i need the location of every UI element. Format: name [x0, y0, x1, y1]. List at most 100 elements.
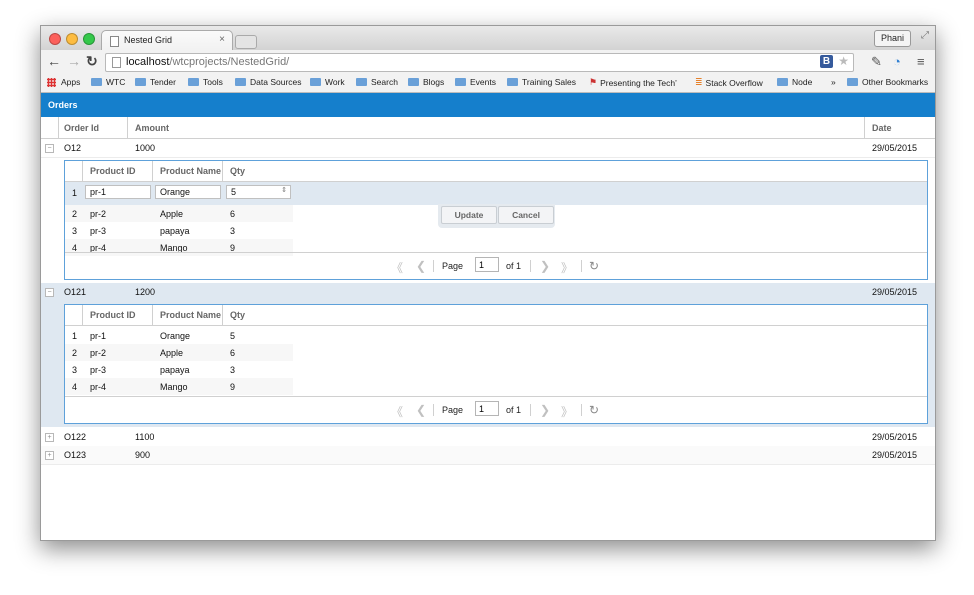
menu-icon[interactable]: ≡ — [917, 54, 925, 69]
column-separator — [152, 161, 153, 181]
stack-overflow-icon: ≣ — [695, 77, 703, 87]
bookmark-node[interactable]: Node — [777, 77, 812, 87]
tab-close-button[interactable]: × — [219, 34, 225, 45]
bookmark-label: Presenting the Tech’ — [600, 77, 677, 88]
column-separator — [127, 117, 128, 138]
eyedropper-icon[interactable]: ✎ — [871, 54, 882, 70]
extension-wave-icon[interactable]: ◔ — [893, 54, 901, 69]
qty-editor[interactable]: 5 ⇕ — [226, 185, 291, 199]
bookmark-tender[interactable]: Tender — [135, 77, 176, 87]
fullscreen-icon[interactable]: ⤢ — [921, 30, 929, 41]
bookmark-search[interactable]: Search — [356, 77, 398, 87]
refresh-icon[interactable]: ↻ — [589, 403, 599, 417]
folder-icon — [507, 78, 518, 86]
order-id: O12 — [64, 143, 82, 153]
cancel-button[interactable]: Cancel — [498, 206, 554, 224]
pager-separator — [433, 260, 434, 272]
update-button[interactable]: Update — [441, 206, 497, 224]
collapse-icon[interactable]: − — [45, 144, 54, 153]
bookmark-other[interactable]: Other Bookmarks — [847, 77, 928, 87]
product-id-editor[interactable]: pr-1 — [85, 185, 151, 199]
address-bar[interactable]: localhost/wtcprojects/NestedGrid/ B ★ — [105, 53, 854, 72]
close-window-button[interactable] — [49, 33, 61, 45]
browser-window: Nested Grid × Phani ⤢ ← → ↻ localhost/wt… — [40, 25, 936, 541]
product-name: Orange — [160, 331, 191, 341]
bookmark-presenting-the-tech[interactable]: ⚑ Presenting the Tech’ — [589, 77, 677, 88]
column-header-product-id[interactable]: Product ID — [90, 310, 136, 320]
apps-icon — [47, 77, 56, 87]
first-page-icon[interactable]: 《 — [391, 403, 403, 420]
bookmark-label: Events — [470, 77, 496, 87]
bookmark-training-sales[interactable]: Training Sales — [507, 77, 576, 87]
first-page-icon[interactable]: 《 — [391, 259, 403, 276]
bookmark-apps[interactable]: Apps — [47, 77, 80, 87]
column-header-qty[interactable]: Qty — [230, 310, 245, 320]
bookmark-wtc[interactable]: WTC — [91, 77, 125, 87]
nested-row[interactable]: 3 pr-3 papaya 3 — [65, 222, 293, 239]
column-header-amount[interactable]: Amount — [135, 123, 169, 133]
spinner-icon[interactable]: ⇕ — [281, 185, 287, 197]
bookmark-stack-overflow[interactable]: ≣ Stack Overflow — [695, 77, 763, 88]
window-controls — [49, 33, 95, 45]
extension-b-icon[interactable]: B — [820, 55, 833, 68]
row-number: 4 — [72, 382, 78, 392]
page-number-input[interactable]: 1 — [475, 257, 499, 272]
column-header-product-name[interactable]: Product Name — [160, 166, 221, 176]
order-row[interactable]: + O122 1100 29/05/2015 — [41, 428, 935, 447]
bookmark-label: WTC — [106, 77, 126, 87]
bookmark-tools[interactable]: Tools — [188, 77, 223, 87]
previous-page-icon[interactable]: ❮ — [416, 403, 426, 417]
reload-icon[interactable]: ↻ — [86, 53, 98, 70]
collapse-icon[interactable]: − — [45, 288, 54, 297]
zoom-window-button[interactable] — [83, 33, 95, 45]
bookmark-blogs[interactable]: Blogs — [408, 77, 444, 87]
product-id: pr-3 — [90, 365, 107, 375]
nested-row[interactable]: 2 pr-2 Apple 6 — [65, 205, 293, 222]
bookmark-events[interactable]: Events — [455, 77, 496, 87]
next-page-icon[interactable]: ❯ — [540, 259, 550, 273]
bookmark-label: Work — [325, 77, 345, 87]
column-header-product-name[interactable]: Product Name — [160, 310, 221, 320]
order-row-selected[interactable]: − O121 1200 29/05/2015 — [41, 283, 935, 302]
column-header-product-id[interactable]: Product ID — [90, 166, 136, 176]
product-name-editor[interactable]: Orange — [155, 185, 221, 199]
more-bookmarks-button[interactable]: » — [831, 77, 836, 87]
profile-button[interactable]: Phani — [873, 30, 911, 47]
nested-row[interactable]: 4 pr-4 Mango 9 — [65, 378, 293, 395]
bookmark-data-sources[interactable]: Data Sources — [235, 77, 302, 87]
column-header-order-id[interactable]: Order Id — [64, 123, 99, 133]
product-id: pr-3 — [90, 226, 107, 236]
forward-icon[interactable]: → — [67, 53, 81, 69]
nested-row[interactable]: 3 pr-3 papaya 3 — [65, 361, 293, 378]
back-icon[interactable]: ← — [47, 53, 61, 69]
bookmark-work[interactable]: Work — [310, 77, 345, 87]
column-header-date[interactable]: Date — [872, 123, 892, 133]
column-header-qty[interactable]: Qty — [230, 166, 245, 176]
browser-tab[interactable]: Nested Grid × — [101, 30, 233, 52]
order-date: 29/05/2015 — [872, 432, 918, 442]
page-number-input[interactable]: 1 — [475, 401, 499, 416]
editing-row[interactable]: 1 pr-1 Orange 5 ⇕ — [65, 182, 927, 205]
order-row[interactable]: + O123 900 29/05/2015 — [41, 446, 935, 465]
nested-row[interactable]: 2 pr-2 Apple 6 — [65, 344, 293, 361]
previous-page-icon[interactable]: ❮ — [416, 259, 426, 273]
nested-row[interactable]: 1 pr-1 Orange 5 — [65, 327, 293, 344]
expand-icon[interactable]: + — [45, 433, 54, 442]
row-number: 1 — [72, 188, 78, 198]
order-amount: 1100 — [135, 432, 155, 442]
bookmark-star-icon[interactable]: ★ — [838, 54, 849, 68]
order-row[interactable]: − O12 1000 29/05/2015 — [41, 139, 935, 158]
folder-icon — [188, 78, 199, 86]
minimize-window-button[interactable] — [66, 33, 78, 45]
folder-icon — [91, 78, 102, 86]
order-date: 29/05/2015 — [872, 143, 918, 153]
presentation-icon: ⚑ — [589, 77, 598, 87]
new-tab-button[interactable] — [235, 35, 257, 49]
bookmark-label: Blogs — [423, 77, 445, 87]
last-page-icon[interactable]: 》 — [561, 259, 573, 276]
expand-icon[interactable]: + — [45, 451, 54, 460]
bookmark-label: Training Sales — [522, 77, 577, 87]
refresh-icon[interactable]: ↻ — [589, 259, 599, 273]
next-page-icon[interactable]: ❯ — [540, 403, 550, 417]
last-page-icon[interactable]: 》 — [561, 403, 573, 420]
